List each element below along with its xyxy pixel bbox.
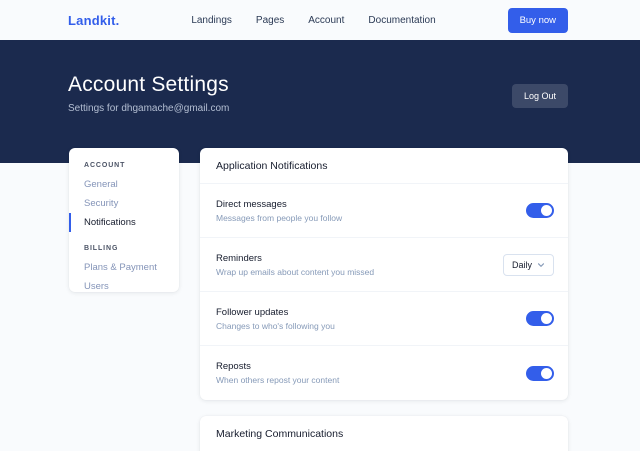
logout-button[interactable]: Log Out (512, 84, 568, 108)
application-notifications-card: Application Notifications Direct message… (200, 148, 568, 400)
brand-logo[interactable]: Landkit. (68, 13, 119, 28)
page-subtitle: Settings for dhgamache@gmail.com (68, 103, 229, 114)
sidebar-heading-account: ACCOUNT (69, 162, 179, 169)
settings-sidebar: ACCOUNT General Security Notifications B… (69, 148, 179, 292)
sidebar-item-plans-payment[interactable]: Plans & Payment (69, 258, 179, 277)
toggle-knob (541, 368, 552, 379)
setting-subtitle: Wrap up emails about content you missed (216, 267, 374, 277)
sidebar-item-notifications[interactable]: Notifications (69, 213, 179, 232)
sidebar-section-billing: BILLING Plans & Payment Users (69, 245, 179, 296)
marketing-communications-card: Marketing Communications (200, 416, 568, 451)
sidebar-heading-billing: BILLING (69, 245, 179, 252)
setting-row-follower-updates: Follower updates Changes to who's follow… (200, 292, 568, 346)
card-title-application-notifications: Application Notifications (200, 148, 568, 184)
nav-link-pages[interactable]: Pages (256, 15, 284, 26)
setting-text: Reposts When others repost your content (216, 361, 339, 385)
chevron-down-icon (537, 261, 545, 269)
nav-links: Landings Pages Account Documentation (119, 15, 507, 26)
setting-title: Follower updates (216, 307, 335, 318)
page-header: Account Settings Settings for dhgamache@… (0, 40, 640, 163)
setting-subtitle: Changes to who's following you (216, 321, 335, 331)
reposts-toggle[interactable] (526, 366, 554, 381)
page-title: Account Settings (68, 73, 229, 97)
setting-title: Reposts (216, 361, 339, 372)
toggle-knob (541, 205, 552, 216)
sidebar-section-account: ACCOUNT General Security Notifications (69, 162, 179, 232)
top-navbar: Landkit. Landings Pages Account Document… (0, 0, 640, 40)
setting-title: Reminders (216, 253, 374, 264)
setting-row-direct-messages: Direct messages Messages from people you… (200, 184, 568, 238)
nav-link-documentation[interactable]: Documentation (368, 15, 435, 26)
follower-updates-toggle[interactable] (526, 311, 554, 326)
nav-link-landings[interactable]: Landings (191, 15, 232, 26)
card-title-marketing-communications: Marketing Communications (200, 416, 568, 451)
setting-title: Direct messages (216, 199, 342, 210)
setting-subtitle: When others repost your content (216, 375, 339, 385)
toggle-knob (541, 313, 552, 324)
sidebar-item-users[interactable]: Users (69, 277, 179, 296)
setting-subtitle: Messages from people you follow (216, 213, 342, 223)
setting-text: Reminders Wrap up emails about content y… (216, 253, 374, 277)
reminders-frequency-select[interactable]: Daily (503, 254, 554, 276)
sidebar-item-general[interactable]: General (69, 175, 179, 194)
direct-messages-toggle[interactable] (526, 203, 554, 218)
setting-row-reposts: Reposts When others repost your content (200, 346, 568, 400)
setting-row-reminders: Reminders Wrap up emails about content y… (200, 238, 568, 292)
setting-text: Follower updates Changes to who's follow… (216, 307, 335, 331)
setting-text: Direct messages Messages from people you… (216, 199, 342, 223)
buy-now-button[interactable]: Buy now (508, 8, 568, 33)
select-value: Daily (512, 260, 532, 270)
nav-link-account[interactable]: Account (308, 15, 344, 26)
sidebar-item-security[interactable]: Security (69, 194, 179, 213)
